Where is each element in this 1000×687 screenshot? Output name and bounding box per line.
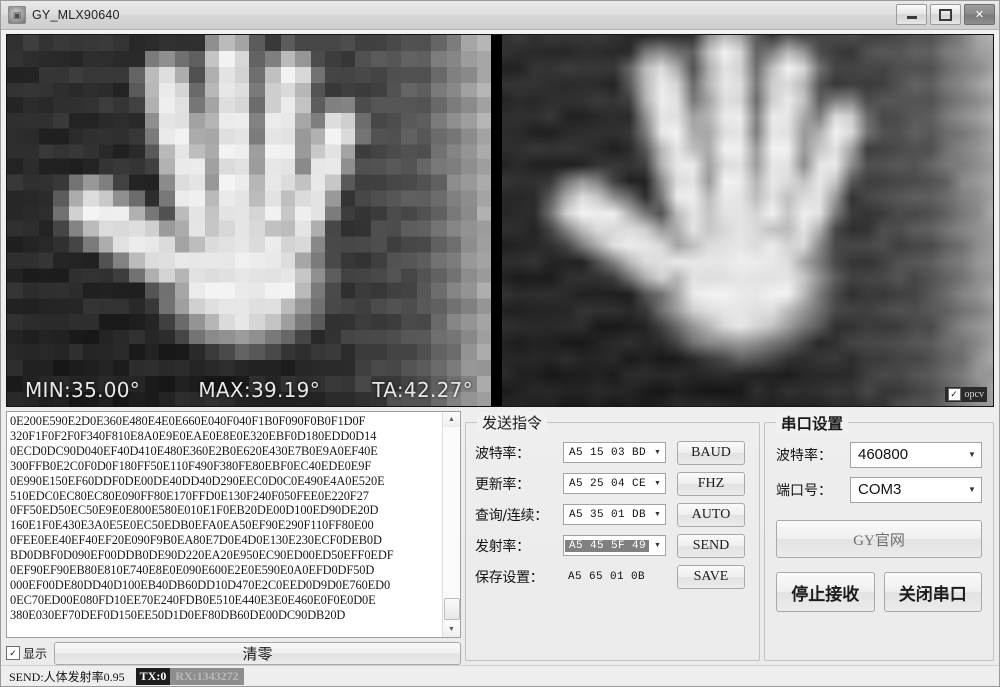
- clear-button[interactable]: 清零: [54, 641, 461, 665]
- status-bar: SEND:人体发射率0.95 TX:0 RX:1343272: [1, 665, 999, 686]
- scrollbar-thumb[interactable]: [444, 598, 460, 620]
- smoothed-thermal-canvas: [502, 35, 993, 406]
- auto-send-button[interactable]: AUTO: [677, 502, 745, 527]
- gy-website-button[interactable]: GY官网: [776, 520, 982, 558]
- receive-log-text: 0E200E590E2D0E360E480E4E0E660E040F040F1B…: [10, 414, 394, 622]
- rx-counter-badge: RX:1343272: [170, 667, 244, 685]
- smoothed-thermal-view[interactable]: ✓ opcv: [502, 35, 993, 406]
- emissivity-command-combo[interactable]: A5 45 5F 49 ▼: [563, 535, 666, 556]
- query-command-combo[interactable]: A5 35 01 DB ▼: [563, 504, 666, 525]
- scroll-down-arrow-icon[interactable]: ▼: [443, 622, 460, 637]
- pixelated-thermal-view[interactable]: MIN:35.00° MAX:39.19° TA:42.27°: [7, 35, 491, 406]
- port-baudrate-row: 波特率： 460800 ▼: [776, 437, 982, 472]
- baud-command-label: 波特率：: [475, 445, 530, 462]
- stop-receive-button[interactable]: 停止接收: [776, 572, 875, 612]
- receive-area: 0E200E590E2D0E360E480E4E0E660E040F040F1B…: [6, 411, 461, 665]
- title-bar: ▣ GY_MLX90640 ✕: [1, 1, 999, 30]
- port-baudrate-label: 波特率：: [776, 447, 832, 464]
- scroll-up-arrow-icon[interactable]: ▲: [443, 412, 460, 427]
- refresh-command-combo[interactable]: A5 25 04 CE ▼: [563, 473, 666, 494]
- show-checkbox[interactable]: ✓ 显示: [6, 645, 47, 662]
- image-divider: [491, 35, 502, 406]
- close-button[interactable]: ✕: [964, 4, 995, 25]
- port-action-buttons: 停止接收 关闭串口: [776, 572, 982, 612]
- send-command-group: 发送指令 波特率： A5 15 03 BD ▼ BAUD 更新率： A5 25 …: [465, 412, 760, 661]
- opcv-checkbox[interactable]: ✓ opcv: [944, 387, 987, 402]
- refresh-command-label: 更新率：: [475, 476, 530, 493]
- emissivity-command-label: 发射率：: [475, 538, 530, 555]
- log-controls: ✓ 显示 清零: [6, 641, 461, 665]
- tx-counter-badge: TX:0: [135, 667, 171, 685]
- status-send-text: SEND:人体发射率0.95: [9, 669, 125, 684]
- save-button[interactable]: SAVE: [677, 564, 745, 589]
- command-row-query: 查询/连续： A5 35 01 DB ▼ AUTO: [475, 499, 750, 530]
- port-number-row: 端口号： COM3 ▼: [776, 472, 982, 507]
- save-command-label: 保存设置：: [475, 569, 544, 586]
- baud-command-value: A5 15 03 BD: [569, 446, 647, 459]
- refresh-command-value: A5 25 04 CE: [569, 477, 647, 490]
- receive-log-scrollbar[interactable]: ▲ ▼: [442, 412, 460, 637]
- serial-port-group: 串口设置 波特率： 460800 ▼ 端口号： COM3 ▼ GY官网 停止接收…: [764, 412, 994, 661]
- send-command-group-title: 发送指令: [477, 412, 548, 433]
- opcv-label: opcv: [964, 389, 984, 400]
- chevron-down-icon[interactable]: ▼: [650, 542, 665, 549]
- port-baudrate-value: 460800: [858, 446, 909, 463]
- command-row-refresh: 更新率： A5 25 04 CE ▼ FHZ: [475, 468, 750, 499]
- fhz-send-button[interactable]: FHZ: [677, 471, 745, 496]
- pixelated-thermal-canvas: [7, 35, 491, 406]
- show-label: 显示: [23, 646, 48, 661]
- command-row-save: 保存设置： A5 65 01 0B SAVE: [475, 561, 750, 592]
- port-number-combo[interactable]: COM3 ▼: [850, 476, 982, 503]
- serial-port-group-title: 串口设置: [776, 412, 849, 434]
- application-window: ▣ GY_MLX90640 ✕ MIN:35.00° MAX:39.19° TA…: [0, 0, 1000, 687]
- maximize-button[interactable]: [930, 4, 961, 25]
- window-title: GY_MLX90640: [32, 8, 120, 22]
- baud-send-button[interactable]: BAUD: [677, 440, 745, 465]
- emissivity-command-value: A5 45 5F 49: [565, 539, 649, 552]
- command-row-baud: 波特率： A5 15 03 BD ▼ BAUD: [475, 437, 750, 468]
- scrollbar-track[interactable]: [443, 427, 460, 622]
- lower-panel: 0E200E590E2D0E360E480E4E0E660E040F040F1B…: [1, 407, 999, 665]
- show-check-mark: ✓: [6, 646, 20, 660]
- port-number-value: COM3: [858, 481, 902, 498]
- chevron-down-icon[interactable]: ▼: [650, 449, 665, 456]
- baud-command-combo[interactable]: A5 15 03 BD ▼: [563, 442, 666, 463]
- minimize-button[interactable]: [896, 4, 927, 25]
- thermal-image-area: MIN:35.00° MAX:39.19° TA:42.27° ✓ opcv: [6, 34, 994, 407]
- app-icon: ▣: [8, 6, 26, 24]
- chevron-down-icon[interactable]: ▼: [650, 480, 665, 487]
- port-number-label: 端口号：: [776, 482, 832, 499]
- window-controls: ✕: [896, 4, 995, 25]
- receive-log-box[interactable]: 0E200E590E2D0E360E480E4E0E660E040F040F1B…: [6, 411, 461, 638]
- chevron-down-icon[interactable]: ▼: [650, 511, 665, 518]
- chevron-down-icon[interactable]: ▼: [963, 450, 981, 459]
- save-command-value: A5 65 01 0B: [568, 570, 646, 583]
- close-port-button[interactable]: 关闭串口: [883, 572, 982, 612]
- command-row-emissivity: 发射率： A5 45 5F 49 ▼ SEND: [475, 530, 750, 561]
- send-button[interactable]: SEND: [677, 533, 745, 558]
- query-command-label: 查询/连续：: [475, 507, 548, 524]
- query-command-value: A5 35 01 DB: [569, 508, 647, 521]
- opcv-check-mark: ✓: [947, 388, 961, 401]
- chevron-down-icon[interactable]: ▼: [963, 485, 981, 494]
- port-baudrate-combo[interactable]: 460800 ▼: [850, 441, 982, 468]
